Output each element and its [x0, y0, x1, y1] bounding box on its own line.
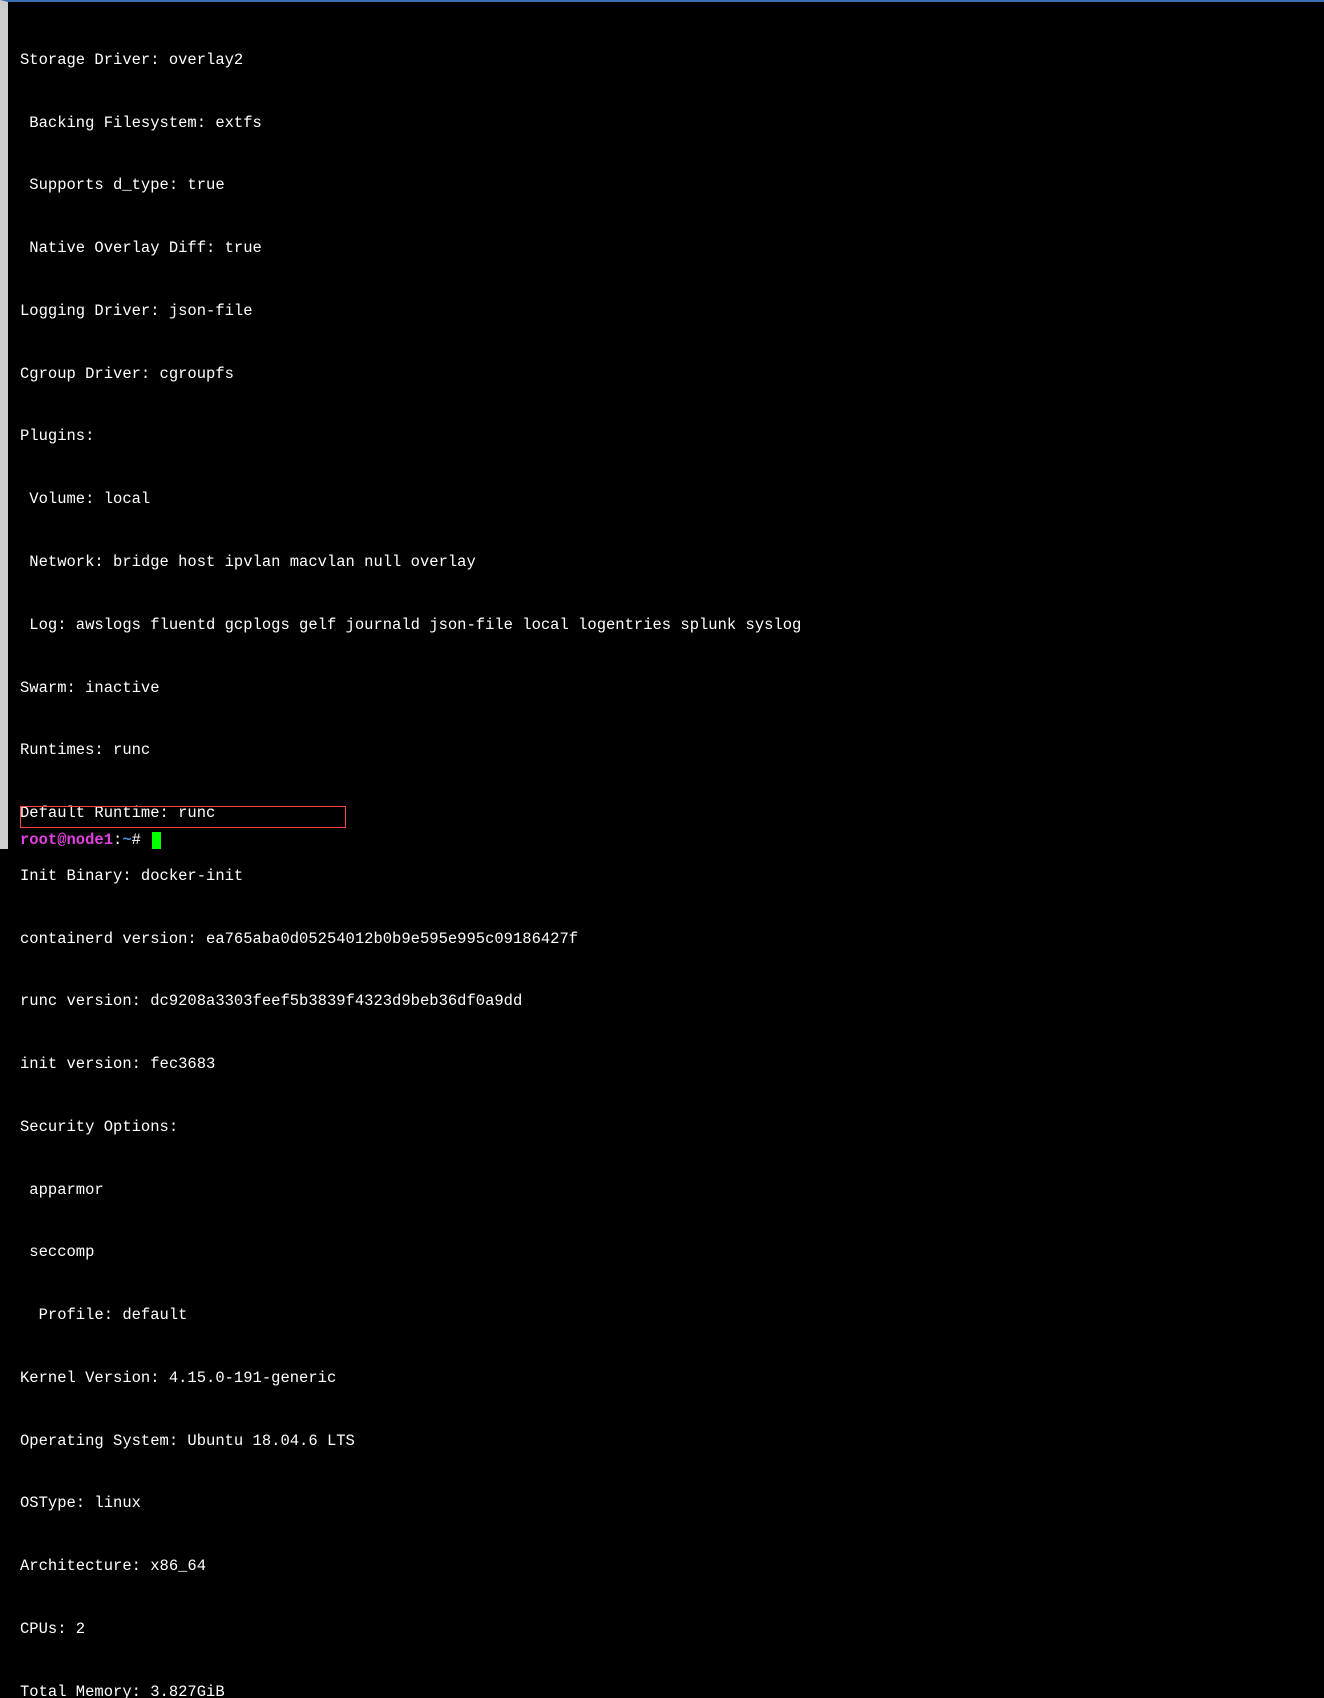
output-line: Log: awslogs fluentd gcplogs gelf journa… — [20, 615, 1324, 636]
output-line: Swarm: inactive — [20, 678, 1324, 699]
output-line: init version: fec3683 — [20, 1054, 1324, 1075]
output-line: Architecture: x86_64 — [20, 1556, 1324, 1577]
prompt-colon: : — [113, 831, 122, 849]
prompt-user-host: root@node1 — [20, 831, 113, 849]
output-line: Cgroup Driver: cgroupfs — [20, 364, 1324, 385]
output-line: Kernel Version: 4.15.0-191-generic — [20, 1368, 1324, 1389]
output-line: apparmor — [20, 1180, 1324, 1201]
output-line: Total Memory: 3.827GiB — [20, 1682, 1324, 1698]
highlight-box — [20, 806, 346, 828]
shell-prompt[interactable]: root@node1:~# — [20, 830, 161, 851]
output-line: CPUs: 2 — [20, 1619, 1324, 1640]
output-line: Security Options: — [20, 1117, 1324, 1138]
output-line: Volume: local — [20, 489, 1324, 510]
output-line: Init Binary: docker-init — [20, 866, 1324, 887]
output-line: Runtimes: runc — [20, 740, 1324, 761]
output-line: Backing Filesystem: extfs — [20, 113, 1324, 134]
output-line: runc version: dc9208a3303feef5b3839f4323… — [20, 991, 1324, 1012]
cursor-icon — [152, 832, 161, 849]
output-line: Profile: default — [20, 1305, 1324, 1326]
output-line: Logging Driver: json-file — [20, 301, 1324, 322]
output-line: containerd version: ea765aba0d05254012b0… — [20, 929, 1324, 950]
prompt-path: ~ — [122, 831, 131, 849]
prompt-hash: # — [132, 831, 151, 849]
output-line: OSType: linux — [20, 1493, 1324, 1514]
output-line: seccomp — [20, 1242, 1324, 1263]
terminal-output[interactable]: Storage Driver: overlay2 Backing Filesys… — [8, 2, 1324, 1698]
output-line: Storage Driver: overlay2 — [20, 50, 1324, 71]
output-line: Supports d_type: true — [20, 175, 1324, 196]
output-line: Operating System: Ubuntu 18.04.6 LTS — [20, 1431, 1324, 1452]
output-line: Native Overlay Diff: true — [20, 238, 1324, 259]
output-line: Network: bridge host ipvlan macvlan null… — [20, 552, 1324, 573]
output-line: Plugins: — [20, 426, 1324, 447]
